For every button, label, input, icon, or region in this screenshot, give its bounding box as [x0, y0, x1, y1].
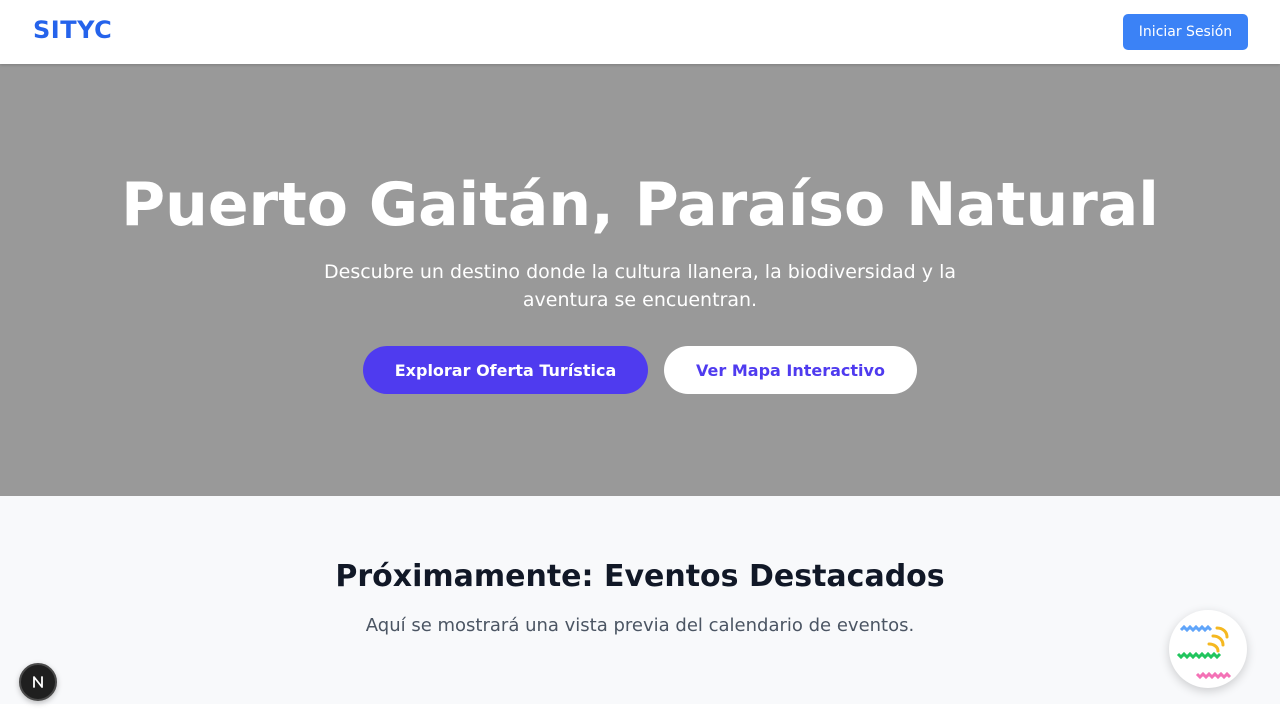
events-subtitle: Aquí se mostrará una vista previa del ca…	[365, 615, 915, 636]
footer-strip	[0, 704, 1280, 720]
hero-section: Puerto Gaitán, Paraíso Natural Descubre …	[0, 64, 1280, 496]
events-title: Próximamente: Eventos Destacados	[335, 559, 945, 594]
events-preview-section: Próximamente: Eventos Destacados Aquí se…	[0, 496, 1280, 704]
chat-assistant-icon[interactable]	[1169, 610, 1247, 688]
login-button[interactable]: Iniciar Sesión	[1123, 14, 1248, 50]
nextjs-logo-icon[interactable]	[19, 663, 57, 701]
chat-widget-graphic-icon	[1176, 624, 1232, 680]
explore-offer-button[interactable]: Explorar Oferta Turística	[363, 346, 648, 394]
nextjs-n-icon	[33, 676, 43, 688]
top-navbar: SITYC Iniciar Sesión	[0, 0, 1280, 64]
brand-logo[interactable]: SITYC	[33, 16, 112, 44]
hero-title: Puerto Gaitán, Paraíso Natural	[121, 170, 1159, 240]
interactive-map-button[interactable]: Ver Mapa Interactivo	[664, 346, 917, 394]
hero-subtitle: Descubre un destino donde la cultura lla…	[324, 261, 956, 311]
